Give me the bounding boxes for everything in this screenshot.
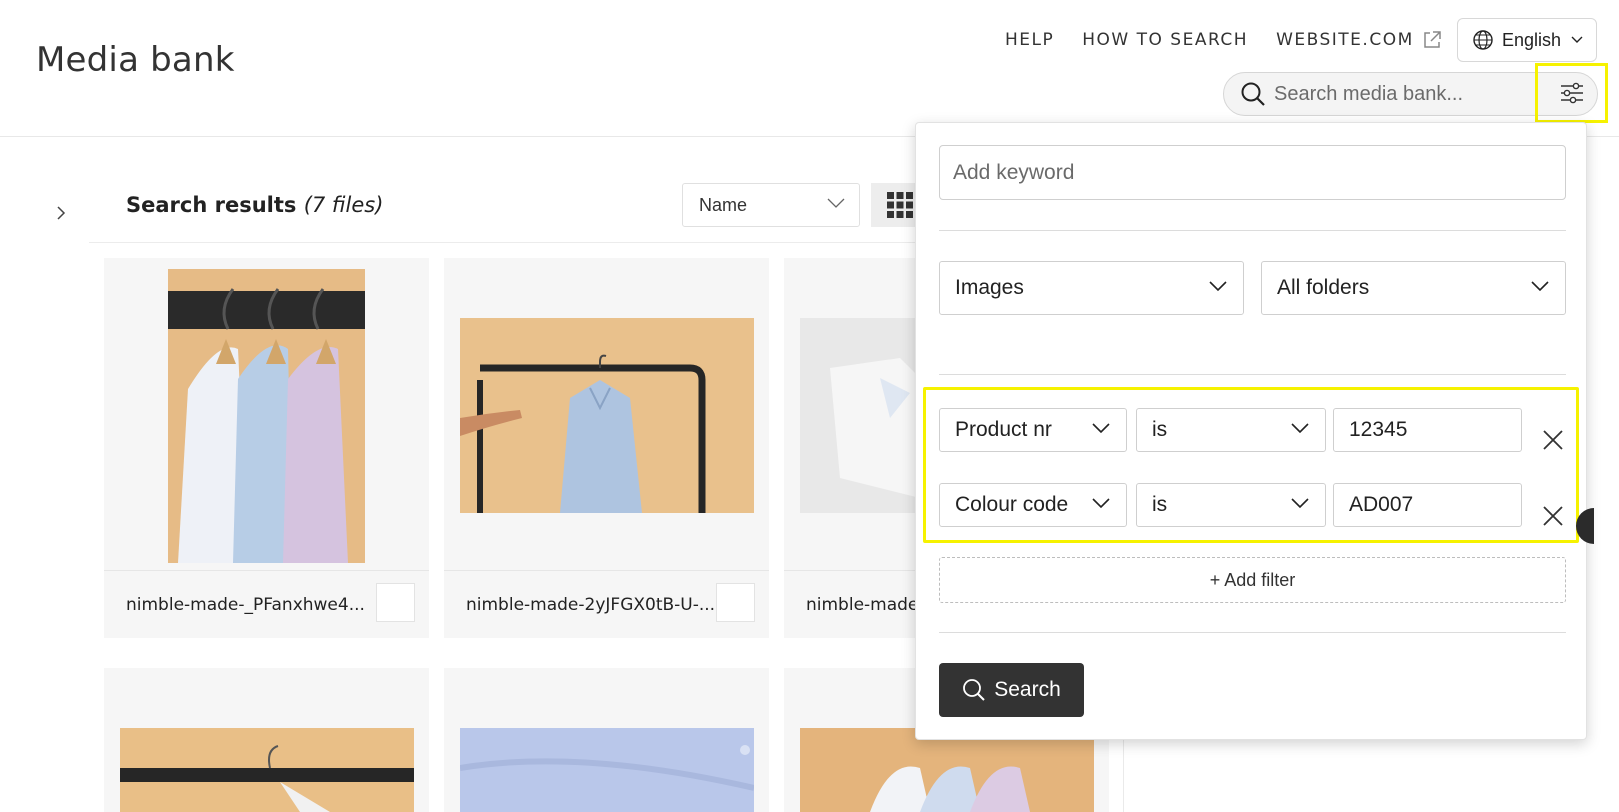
folder-value: All folders bbox=[1277, 276, 1370, 299]
filter-field-select[interactable]: Product nr bbox=[939, 408, 1127, 452]
external-link-icon bbox=[1424, 31, 1441, 48]
search-input[interactable] bbox=[1274, 82, 1534, 106]
nav-how-to-search-link[interactable]: HOW TO SEARCH bbox=[1082, 30, 1248, 50]
filter-operator-select[interactable]: is bbox=[1136, 408, 1326, 452]
media-thumbnail bbox=[800, 728, 1094, 812]
chevron-down-icon bbox=[1531, 281, 1549, 292]
media-card[interactable] bbox=[104, 668, 429, 812]
media-card[interactable]: nimble-made-2yJFGX0tB-U-... bbox=[444, 258, 769, 638]
media-thumbnail bbox=[168, 269, 365, 563]
search-icon bbox=[963, 679, 985, 701]
add-filter-button[interactable]: + Add filter bbox=[939, 557, 1566, 603]
media-card[interactable] bbox=[444, 668, 769, 812]
filter-operator-select[interactable]: is bbox=[1136, 483, 1326, 527]
keyword-input[interactable] bbox=[939, 145, 1566, 200]
close-icon bbox=[1543, 506, 1563, 526]
media-filename: nimble-made bbox=[806, 595, 919, 615]
media-filename: nimble-made-_PFanxhwe4... bbox=[126, 595, 365, 615]
remove-filter-button[interactable] bbox=[1540, 503, 1566, 529]
remove-filter-button[interactable] bbox=[1540, 427, 1566, 453]
filter-value-input[interactable] bbox=[1333, 408, 1522, 452]
divider bbox=[939, 632, 1566, 633]
search-button[interactable]: Search bbox=[939, 663, 1084, 717]
globe-icon bbox=[1473, 30, 1493, 50]
search-icon bbox=[1241, 82, 1265, 106]
filter-field-value: Colour code bbox=[955, 493, 1069, 516]
chevron-down-icon bbox=[1092, 498, 1110, 509]
nav-help-link[interactable]: HELP bbox=[1005, 30, 1054, 50]
media-card-footer: nimble-made-_PFanxhwe4... bbox=[104, 570, 429, 638]
top-nav: HELP HOW TO SEARCH WEBSITE.COM bbox=[1005, 30, 1442, 50]
asset-type-select[interactable]: Images bbox=[939, 261, 1244, 315]
language-selector[interactable]: English bbox=[1457, 18, 1597, 62]
chevron-down-icon bbox=[1291, 423, 1309, 434]
chevron-down-icon bbox=[827, 198, 845, 208]
chevron-down-icon bbox=[1571, 36, 1583, 43]
media-thumbnail bbox=[460, 318, 754, 513]
results-title: Search results bbox=[126, 193, 297, 217]
media-thumbnail bbox=[460, 728, 754, 812]
select-checkbox[interactable] bbox=[716, 583, 755, 622]
chevron-down-icon bbox=[1092, 423, 1110, 434]
sliders-icon bbox=[1560, 82, 1583, 104]
chevron-down-icon bbox=[1291, 498, 1309, 509]
results-heading: Search results (7 files) bbox=[126, 193, 383, 217]
grid-icon bbox=[887, 192, 913, 218]
media-thumbnail bbox=[120, 728, 414, 812]
nav-website-link[interactable]: WEBSITE.COM bbox=[1276, 30, 1442, 50]
asset-type-value: Images bbox=[955, 276, 1024, 299]
media-filename: nimble-made-2yJFGX0tB-U-... bbox=[466, 595, 716, 615]
divider bbox=[939, 230, 1566, 231]
media-card[interactable]: nimble-made-_PFanxhwe4... bbox=[104, 258, 429, 638]
divider bbox=[939, 374, 1566, 375]
filter-value-input[interactable] bbox=[1333, 483, 1522, 527]
nav-website-label: WEBSITE.COM bbox=[1276, 30, 1414, 50]
language-label: English bbox=[1502, 29, 1562, 50]
app-header: Media bank HELP HOW TO SEARCH WEBSITE.CO… bbox=[0, 0, 1619, 137]
filter-field-select[interactable]: Colour code bbox=[939, 483, 1127, 527]
folder-select[interactable]: All folders bbox=[1261, 261, 1566, 315]
chevron-down-icon bbox=[1209, 281, 1227, 292]
search-button-label: Search bbox=[994, 678, 1061, 701]
filter-toggle-button[interactable] bbox=[1535, 63, 1608, 123]
select-checkbox[interactable] bbox=[376, 583, 415, 622]
media-card-footer: nimble-made-2yJFGX0tB-U-... bbox=[444, 570, 769, 638]
page-title: Media bank bbox=[36, 40, 235, 80]
filter-field-value: Product nr bbox=[955, 418, 1052, 441]
close-icon bbox=[1543, 430, 1563, 450]
filter-operator-value: is bbox=[1152, 418, 1168, 441]
sort-value: Name bbox=[699, 194, 748, 215]
results-count: (7 files) bbox=[303, 193, 384, 217]
sort-select[interactable]: Name bbox=[682, 183, 860, 227]
filter-operator-value: is bbox=[1152, 493, 1168, 516]
sidebar-expand-chevron-icon[interactable] bbox=[52, 202, 70, 224]
advanced-search-panel: Images All folders Product nr is Colour … bbox=[915, 122, 1587, 740]
